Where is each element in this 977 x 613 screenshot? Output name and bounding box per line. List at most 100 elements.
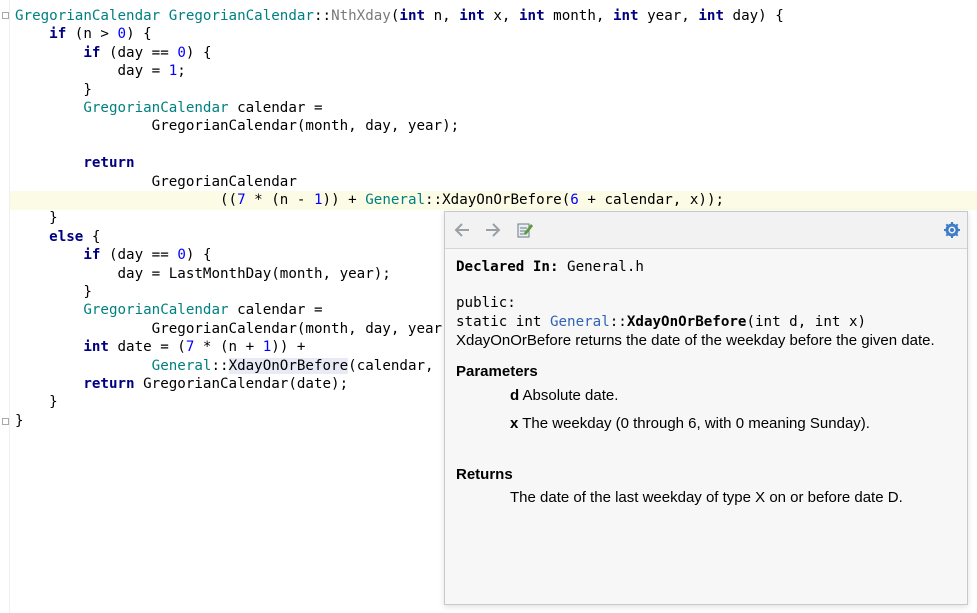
code-line[interactable]: General::XdayOnOrBefore(calendar, [15,357,434,375]
param-desc: The weekday (0 through 6, with 0 meaning… [518,415,870,432]
code-token: )) + [271,339,306,356]
code-token: ( [561,192,571,208]
code-token: calendar = [228,100,323,116]
arrow-left-icon[interactable] [453,221,471,239]
code-token: month, [544,8,613,24]
code-line[interactable]: if (n > 0) { [15,25,152,43]
code-token: day = LastMonthDay(month, year); [15,265,391,282]
declared-label: Declared In: [456,259,559,275]
code-line[interactable]: } [15,412,24,430]
editor-gutter[interactable] [0,0,10,613]
code-token: } [15,210,58,227]
code-line[interactable]: if (day == 0) { [15,44,211,62]
access-specifier: public: [456,295,516,311]
code-token: int [519,8,545,24]
documentation-popup: Declared In: General.h public: static in… [444,211,968,605]
code-editor[interactable]: GregorianCalendar GregorianCalendar::Nth… [0,0,977,613]
code-line[interactable]: return [15,154,134,172]
code-token: day) { [724,8,784,24]
code-line[interactable]: day = LastMonthDay(month, year); [15,265,391,283]
code-token: n, [425,8,460,24]
code-token: x, [484,8,519,24]
code-token: )) + [322,192,366,208]
code-line[interactable]: day = 1; [15,62,186,80]
code-line[interactable]: } [15,393,58,411]
parameters-title: Parameters [456,363,538,380]
code-token: :: [425,192,443,208]
code-token: GregorianCalendar [83,302,229,319]
code-line[interactable]: else { [15,228,100,246]
code-line[interactable]: } [15,81,92,99]
code-line[interactable]: return GregorianCalendar(date); [15,375,348,393]
code-token: else [49,228,84,245]
gear-icon[interactable] [943,221,961,239]
code-line[interactable]: } [15,209,58,227]
code-token: if [83,247,101,264]
code-token: GregorianCalendar(month, day, year [15,320,443,337]
code-token: } [15,81,92,98]
signature-line: static int General::XdayOnOrBefore(int d… [456,313,866,331]
code-token: int [459,8,485,24]
code-token: 1 [262,339,272,356]
signature-namespace-link[interactable]: General [550,314,610,330]
code-line[interactable]: } [15,283,92,301]
declared-in-line: Declared In: General.h [456,258,644,276]
code-token: 1 [313,192,323,208]
code-token: 1 [168,63,178,80]
code-token: GregorianCalendar [83,100,229,116]
returns-title: Returns [456,466,513,483]
code-token: GregorianCalendar(date); [134,376,349,392]
code-token: } [15,412,24,429]
edit-source-icon[interactable] [516,221,534,239]
code-token: ; [177,63,186,80]
code-token: XdayOnOrBefore [442,192,562,208]
code-token: } [15,284,92,300]
code-token: * (n + [194,339,263,356]
code-line[interactable]: GregorianCalendar(month, day, year [15,320,442,338]
code-line[interactable]: GregorianCalendar GregorianCalendar::Nth… [15,7,784,25]
arrow-right-icon[interactable] [484,221,502,239]
param-row-d: d Absolute date. [510,387,618,404]
fold-marker-icon[interactable] [2,12,9,19]
code-token: (day == [100,247,178,264]
declared-file: General.h [567,259,644,275]
code-token: if [49,26,67,43]
param-name: d [510,387,520,404]
code-token: General [365,192,426,208]
code-token: int [83,339,109,356]
code-token: 0 [117,26,127,43]
signature-name: XdayOnOrBefore [626,314,747,330]
fold-marker-icon[interactable] [2,418,9,425]
code-token: date = ( [108,339,186,356]
param-row-x: x The weekday (0 through 6, with 0 meani… [510,415,870,432]
code-line[interactable]: GregorianCalendar(month, day, year); [15,117,460,135]
code-line[interactable]: ((7 * (n - 1)) + General::XdayOnOrBefore… [15,191,724,209]
code-line[interactable]: if (day == 0) { [15,246,211,264]
code-token: NthXday [331,8,391,24]
returns-text: The date of the last weekday of type X o… [510,489,903,506]
code-token: (calendar, [348,357,434,374]
signature-prefix: static int [456,314,550,330]
code-token: (n > [66,26,118,43]
code-token: * (n - [245,192,314,208]
code-token: 6 [570,192,579,208]
code-token: ) { [185,247,212,264]
code-token: int [399,8,426,24]
code-line[interactable]: GregorianCalendar [15,173,297,191]
code-token: 0 [177,247,186,264]
code-line[interactable]: GregorianCalendar calendar = [15,301,322,319]
code-token: day = [15,63,169,80]
code-token: 0 [177,44,186,61]
code-line[interactable]: GregorianCalendar calendar = [15,99,323,117]
code-line[interactable]: int date = (7 * (n + 1)) + [15,338,305,356]
signature-sep: :: [609,314,627,330]
code-token: :: [313,8,332,24]
signature-params: (int d, int x) [746,314,867,330]
